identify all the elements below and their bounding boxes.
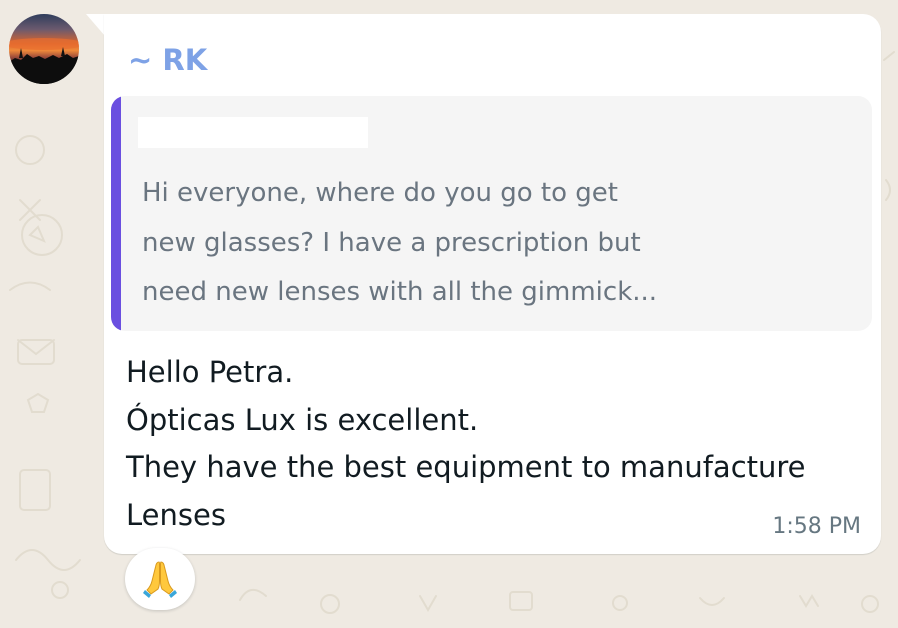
message-line: Hello Petra. xyxy=(126,355,294,389)
quote-line: need new lenses with all the gimmick... xyxy=(142,277,658,307)
sunset-photo-icon xyxy=(9,38,79,84)
quote-line: Hi everyone, where do you go to get xyxy=(142,178,618,208)
quote-line: new glasses? I have a prescription but xyxy=(142,227,641,258)
message-text: Hello Petra. Ópticas Lux is excellent. T… xyxy=(126,349,866,539)
message-line: Lenses xyxy=(126,497,226,532)
message-timestamp: 1:58 PM xyxy=(772,514,861,539)
bubble-tail xyxy=(86,14,105,36)
message-line: Ópticas Lux is excellent. xyxy=(126,402,479,437)
quote-author-redacted xyxy=(138,117,368,148)
quote-accent-bar xyxy=(111,96,121,331)
message-line: They have the best equipment to manufact… xyxy=(126,450,806,484)
praying-hands-icon xyxy=(143,561,177,598)
sender-name[interactable]: ~ RK xyxy=(128,42,207,78)
quoted-message[interactable]: Hi everyone, where do you go to get new … xyxy=(111,96,872,331)
message-bubble[interactable]: ~ RK Hi everyone, where do you go to get… xyxy=(104,14,881,554)
quote-text: Hi everyone, where do you go to get new … xyxy=(142,169,702,318)
avatar[interactable] xyxy=(9,14,79,84)
reaction-badge[interactable] xyxy=(125,548,195,610)
